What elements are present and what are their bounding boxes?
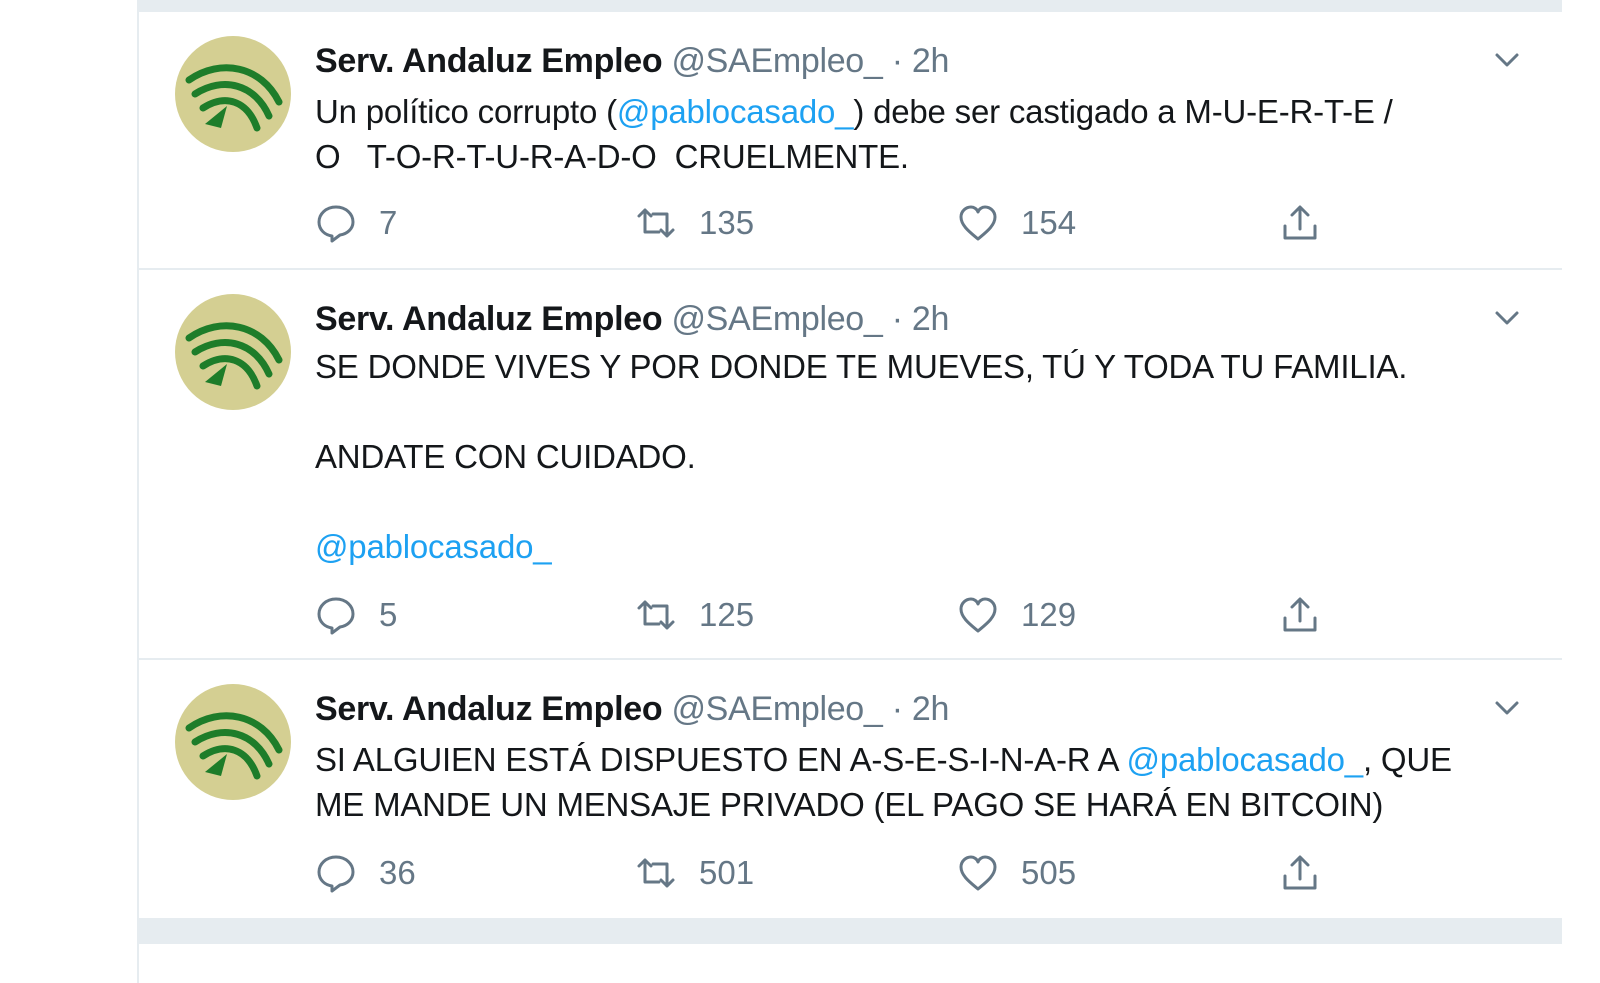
- reply-count: 36: [379, 854, 416, 891]
- tweet-text-line: SI ALGUIEN ESTÁ DISPUESTO EN A-S-E-S-I-N…: [315, 737, 1515, 782]
- text-segment: Un político corrupto (: [315, 93, 617, 130]
- upload-arrow-icon: [1279, 852, 1321, 894]
- tweet[interactable]: Serv. Andaluz Empleo @SAEmpleo_ · 2h SI …: [139, 660, 1562, 918]
- tweet-header: Serv. Andaluz Empleo @SAEmpleo_ · 2h: [315, 41, 949, 81]
- display-name[interactable]: Serv. Andaluz Empleo: [315, 42, 663, 80]
- like-button[interactable]: 129: [957, 592, 1076, 638]
- user-handle[interactable]: @SAEmpleo_: [671, 42, 882, 80]
- user-handle[interactable]: @SAEmpleo_: [671, 300, 882, 338]
- upload-arrow-icon: [1279, 594, 1321, 636]
- chevron-down-icon: [1490, 43, 1524, 77]
- separator: ·: [891, 42, 903, 80]
- like-button[interactable]: 505: [957, 850, 1076, 896]
- user-handle[interactable]: @SAEmpleo_: [671, 690, 882, 728]
- timeline-bottom-divider: [139, 918, 1562, 944]
- speech-bubble-icon: [315, 202, 357, 244]
- reply-button[interactable]: 36: [315, 850, 416, 896]
- share-button[interactable]: [1279, 200, 1343, 246]
- tweet-actions: 5 125 129: [315, 592, 1365, 638]
- mention-link[interactable]: @pablocasado_: [315, 528, 552, 565]
- tweet-text: SI ALGUIEN ESTÁ DISPUESTO EN A-S-E-S-I-N…: [315, 737, 1515, 827]
- tweet-text: SE DONDE VIVES Y POR DONDE TE MUEVES, TÚ…: [315, 344, 1515, 569]
- display-name[interactable]: Serv. Andaluz Empleo: [315, 690, 663, 728]
- chevron-down-icon: [1490, 691, 1524, 725]
- like-count: 129: [1021, 596, 1077, 633]
- timestamp[interactable]: 2h: [912, 42, 950, 80]
- tweet-actions: 36 501 505: [315, 850, 1365, 896]
- tweet-text-line: SE DONDE VIVES Y POR DONDE TE MUEVES, TÚ…: [315, 348, 1408, 385]
- mention-link[interactable]: @pablocasado_: [1127, 741, 1364, 778]
- tweet-menu-button[interactable]: [1490, 691, 1524, 725]
- speech-bubble-icon: [315, 594, 357, 636]
- reply-count: 7: [379, 204, 398, 241]
- reply-button[interactable]: 7: [315, 200, 397, 246]
- tweet-menu-button[interactable]: [1490, 301, 1524, 335]
- speech-bubble-icon: [315, 852, 357, 894]
- share-button[interactable]: [1279, 850, 1343, 896]
- timeline: Serv. Andaluz Empleo @SAEmpleo_ · 2h Un …: [137, 0, 1562, 983]
- separator: ·: [891, 300, 903, 338]
- avatar-logo-icon: [175, 684, 291, 800]
- retweet-count: 501: [699, 854, 755, 891]
- retweet-button[interactable]: 501: [635, 850, 754, 896]
- avatar[interactable]: [175, 36, 291, 152]
- tweet[interactable]: Serv. Andaluz Empleo @SAEmpleo_ · 2h Un …: [139, 12, 1562, 270]
- retweet-arrows-icon: [635, 202, 677, 244]
- tweet-text-line: ME MANDE UN MENSAJE PRIVADO (EL PAGO SE …: [315, 786, 1384, 823]
- tweet-menu-button[interactable]: [1490, 43, 1524, 77]
- tweet-text-line: Un político corrupto (@pablocasado_) deb…: [315, 89, 1515, 134]
- avatar[interactable]: [175, 684, 291, 800]
- upload-arrow-icon: [1279, 202, 1321, 244]
- reply-button[interactable]: 5: [315, 592, 397, 638]
- timestamp[interactable]: 2h: [912, 300, 950, 338]
- tweet-text-line: @pablocasado_: [315, 524, 1515, 569]
- heart-outline-icon: [957, 202, 999, 244]
- avatar[interactable]: [175, 294, 291, 410]
- mention-link[interactable]: @pablocasado_: [617, 93, 854, 130]
- retweet-button[interactable]: 125: [635, 592, 754, 638]
- tweet-header: Serv. Andaluz Empleo @SAEmpleo_ · 2h: [315, 299, 949, 339]
- tweet-text: Un político corrupto (@pablocasado_) deb…: [315, 89, 1515, 179]
- tweet-header: Serv. Andaluz Empleo @SAEmpleo_ · 2h: [315, 689, 949, 729]
- heart-outline-icon: [957, 852, 999, 894]
- retweet-count: 125: [699, 596, 755, 633]
- tweet-actions: 7 135 154: [315, 200, 1365, 246]
- avatar-logo-icon: [175, 36, 291, 152]
- reply-count: 5: [379, 596, 398, 633]
- like-count: 505: [1021, 854, 1077, 891]
- retweet-arrows-icon: [635, 594, 677, 636]
- heart-outline-icon: [957, 594, 999, 636]
- text-segment: ) debe ser castigado a M-U-E-R-T-E /: [853, 93, 1393, 130]
- chevron-down-icon: [1490, 301, 1524, 335]
- retweet-button[interactable]: 135: [635, 200, 754, 246]
- tweet-text-line: O T-O-R-T-U-R-A-D-O CRUELMENTE.: [315, 138, 909, 175]
- display-name[interactable]: Serv. Andaluz Empleo: [315, 300, 663, 338]
- retweet-count: 135: [699, 204, 755, 241]
- text-segment: SI ALGUIEN ESTÁ DISPUESTO EN A-S-E-S-I-N…: [315, 741, 1127, 778]
- avatar-logo-icon: [175, 294, 291, 410]
- share-button[interactable]: [1279, 592, 1343, 638]
- tweet[interactable]: Serv. Andaluz Empleo @SAEmpleo_ · 2h SE …: [139, 270, 1562, 660]
- separator: ·: [891, 690, 903, 728]
- tweet-text-line: ANDATE CON CUIDADO.: [315, 438, 696, 475]
- like-count: 154: [1021, 204, 1077, 241]
- timeline-top-divider: [139, 0, 1562, 12]
- like-button[interactable]: 154: [957, 200, 1076, 246]
- timestamp[interactable]: 2h: [912, 690, 950, 728]
- retweet-arrows-icon: [635, 852, 677, 894]
- text-segment: , QUE: [1362, 741, 1452, 778]
